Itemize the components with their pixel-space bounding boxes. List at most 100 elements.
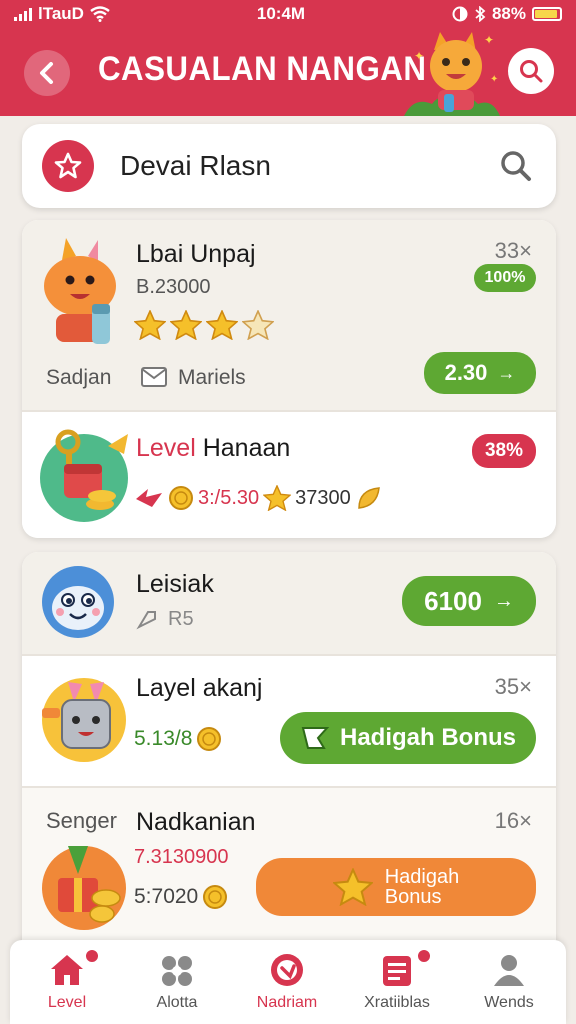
percent-badge: 100% bbox=[474, 264, 536, 292]
app-header: CASUALAN NANGAN ✦ ✦ ✦ bbox=[0, 28, 576, 116]
item-subtitle: R5 bbox=[168, 608, 194, 630]
controller-icon bbox=[162, 956, 192, 986]
bonus-button-line2: Bonus bbox=[384, 886, 442, 908]
bonus-button[interactable]: Hadigah Bonus bbox=[256, 858, 536, 916]
nav-item-nadriam[interactable]: Nadriam bbox=[232, 940, 342, 1024]
percent-badge-label: 38% bbox=[484, 440, 524, 461]
nav-label: Nadriam bbox=[256, 994, 318, 1011]
bonus-button-label: Hadigah Bonus bbox=[339, 724, 516, 751]
star-filled-icon bbox=[206, 310, 238, 340]
target-icon bbox=[271, 954, 303, 986]
bonus-button-line1: Hadigah bbox=[384, 866, 460, 888]
cat-mascot-icon: ✦ ✦ ✦ bbox=[404, 32, 500, 116]
footer-mid-label: Mariels bbox=[178, 366, 246, 389]
star-half-icon bbox=[242, 310, 274, 340]
search-input[interactable]: Devai Rlasn bbox=[120, 150, 271, 182]
item-title: Lbai Unpaj bbox=[136, 240, 256, 268]
toaster-mascot-icon bbox=[42, 678, 126, 762]
coin-icon bbox=[169, 486, 193, 510]
list-icon bbox=[383, 956, 411, 986]
footer-left-label: Sadjan bbox=[46, 366, 112, 389]
battery-icon bbox=[532, 7, 562, 21]
stat-value: 5.13/8 bbox=[134, 727, 193, 750]
item-subtitle: B.23000 bbox=[136, 276, 211, 298]
treasure-icon bbox=[40, 429, 128, 522]
stat-value-a: 3:/5.30 bbox=[198, 486, 260, 509]
nav-label: Xratiiblas bbox=[364, 994, 430, 1011]
battery-percent: 88% bbox=[491, 4, 526, 23]
wifi-icon bbox=[90, 6, 110, 22]
item-count: 35× bbox=[494, 674, 532, 699]
star-filled-icon bbox=[263, 485, 292, 511]
svg-text:✦: ✦ bbox=[484, 33, 494, 47]
nav-item-alotta[interactable]: Alotta bbox=[122, 940, 232, 1024]
item-stats: 5:7020 bbox=[134, 884, 228, 910]
arrow-right-icon: → bbox=[493, 589, 514, 612]
item-title-accent: Level bbox=[136, 434, 196, 462]
list-item[interactable]: Senger Nadkanian 16× 7.3130900 5:7020 Ha… bbox=[22, 788, 556, 944]
ticket-icon bbox=[301, 727, 330, 749]
status-bar: lTauD 10:4M 88% bbox=[0, 0, 576, 28]
item-stats: 3:/5.30 37300 bbox=[134, 484, 383, 512]
value-button[interactable]: 2.30 → bbox=[424, 352, 536, 394]
notification-dot bbox=[416, 948, 432, 964]
list-item[interactable]: Level Hanaan 38% 3:/5.30 37300 bbox=[22, 412, 556, 538]
moon-icon bbox=[452, 6, 468, 22]
svg-text:✦: ✦ bbox=[490, 74, 498, 85]
list-item[interactable]: Lbai Unpaj B.23000 33× 100% Sadjan Marie… bbox=[22, 220, 556, 410]
svg-text:✦: ✦ bbox=[414, 49, 424, 63]
item-title-rest: Hanaan bbox=[195, 434, 291, 462]
coin-icon bbox=[197, 727, 222, 751]
nav-label: Alotta bbox=[156, 994, 198, 1011]
percent-badge: 38% bbox=[472, 434, 536, 468]
envelope-icon bbox=[141, 367, 167, 387]
app-title: CASUALAN NANGAN bbox=[98, 50, 427, 88]
nav-label: Level bbox=[47, 994, 87, 1011]
item-count: 33× bbox=[494, 238, 532, 263]
list-item[interactable]: Layel akanj 35× 5.13/8 Hadigah Bonus bbox=[22, 656, 556, 786]
item-title: Layel akanj bbox=[136, 674, 263, 702]
nav-item-level[interactable]: Level bbox=[12, 940, 122, 1024]
chevron-left-icon bbox=[40, 62, 53, 84]
nav-label: Wends bbox=[484, 994, 534, 1011]
signal-icon bbox=[14, 7, 32, 21]
status-right: 88% bbox=[452, 4, 562, 24]
level-card-group-2: Leisiak R5 6100 → Layel akanj 35× 5.13/8 bbox=[22, 552, 556, 944]
search-bar[interactable]: Devai Rlasn bbox=[22, 124, 556, 208]
gift-coins-icon bbox=[42, 846, 126, 930]
tag-icon bbox=[136, 611, 156, 630]
nav-item-wends[interactable]: Wends bbox=[454, 940, 564, 1024]
blue-face-icon bbox=[42, 566, 114, 638]
coin-icon bbox=[203, 885, 228, 909]
value-button-label: 2.30 bbox=[444, 360, 488, 385]
status-left: lTauD bbox=[14, 4, 110, 24]
item-stats: 5.13/8 bbox=[134, 726, 222, 752]
list-item[interactable]: Leisiak R5 6100 → bbox=[22, 552, 556, 654]
bird-icon bbox=[136, 489, 162, 507]
item-title: Nadkanian bbox=[136, 808, 256, 836]
stat-value-a: 7.3130900 bbox=[134, 846, 229, 868]
value-button[interactable]: 6100 → bbox=[402, 576, 536, 626]
star-icon bbox=[54, 152, 82, 179]
header-search-button[interactable] bbox=[508, 48, 554, 94]
nav-item-xratiiblas[interactable]: Xratiiblas bbox=[342, 940, 452, 1024]
percent-badge-label: 100% bbox=[484, 269, 526, 286]
rating-stars bbox=[134, 310, 274, 340]
stat-value-b: 37300 bbox=[295, 486, 351, 509]
magnifier-icon[interactable] bbox=[498, 148, 534, 184]
back-button[interactable] bbox=[24, 50, 70, 96]
item-title: Level Hanaan bbox=[136, 434, 290, 463]
bonus-button[interactable]: Hadigah Bonus bbox=[280, 712, 536, 764]
clock: 10:4M bbox=[256, 4, 306, 23]
star-filled-icon bbox=[134, 310, 166, 340]
carrier-label: lTauD bbox=[38, 4, 84, 23]
search-star-button[interactable] bbox=[42, 140, 94, 192]
bluetooth-icon bbox=[475, 6, 486, 22]
item-title: Leisiak bbox=[136, 570, 214, 598]
person-icon bbox=[494, 955, 524, 986]
home-icon bbox=[51, 955, 83, 985]
star-filled-icon bbox=[170, 310, 202, 340]
bonus-button-label: Hadigah Bonus bbox=[385, 867, 460, 907]
value-button-label: 6100 bbox=[424, 585, 482, 616]
notification-dot bbox=[84, 948, 100, 964]
